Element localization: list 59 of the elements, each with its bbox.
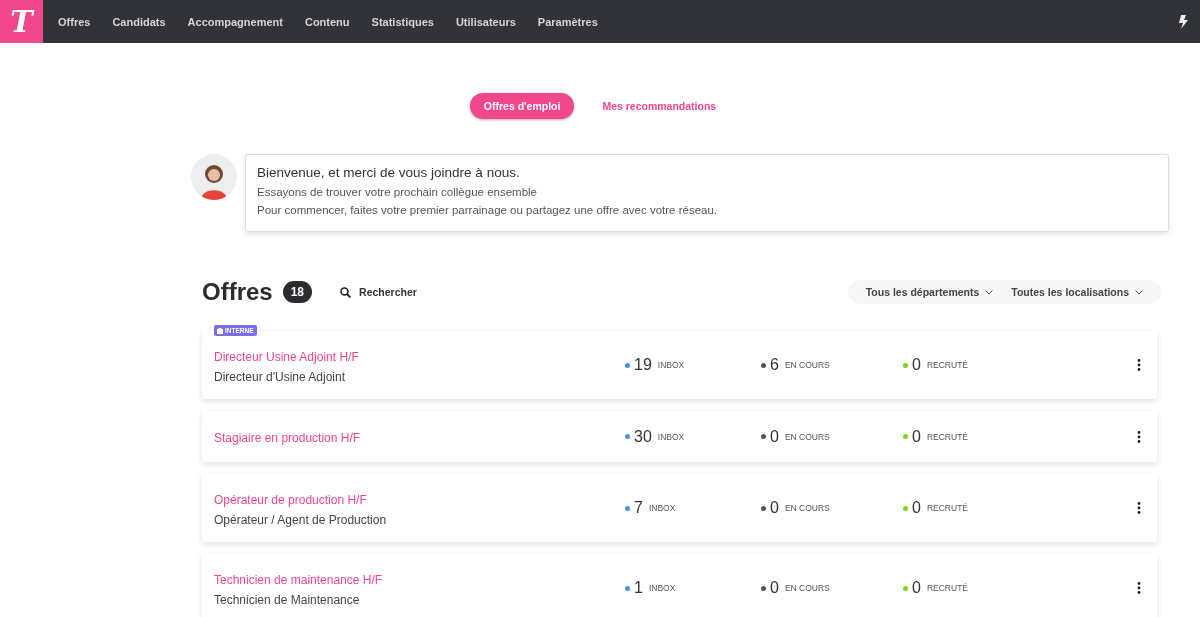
lightning-icon[interactable] bbox=[1178, 14, 1188, 29]
stat-count: 0 bbox=[912, 427, 921, 446]
chevron-down-icon bbox=[1135, 289, 1143, 295]
stat-count: 0 bbox=[770, 427, 779, 446]
stat-count: 0 bbox=[770, 499, 779, 517]
offers-heading: Offres bbox=[202, 278, 273, 306]
stat-label: EN COURS bbox=[784, 503, 830, 513]
stat-label: INBOX bbox=[648, 503, 676, 513]
stat-label: INBOX bbox=[648, 583, 676, 593]
search-button[interactable]: Rechercher bbox=[334, 285, 423, 299]
more-options-icon[interactable] bbox=[1137, 582, 1141, 594]
chevron-down-icon bbox=[985, 289, 994, 295]
stat-label: RECRUTÉ bbox=[926, 431, 968, 442]
building-icon bbox=[217, 327, 223, 334]
stat-label: EN COURS bbox=[784, 431, 830, 442]
offer-title-link[interactable]: Stagiaire en production H/F bbox=[214, 430, 361, 445]
stat-count: 19 bbox=[634, 356, 652, 374]
search-icon bbox=[340, 286, 352, 298]
stat-count: 0 bbox=[770, 579, 779, 597]
offer-subtitle: Opérateur / Agent de Production bbox=[214, 512, 388, 527]
nav-link[interactable]: Accompagnement bbox=[187, 15, 283, 28]
stat-count: 1 bbox=[634, 579, 643, 597]
stat-count: 0 bbox=[912, 499, 921, 517]
stat-label: EN COURS bbox=[784, 360, 830, 370]
offer-title-link[interactable]: Technicien de maintenance H/F bbox=[214, 572, 383, 587]
more-options-icon[interactable] bbox=[1137, 430, 1141, 443]
welcome-title: Bienvenue, et merci de vous joindre à nous. bbox=[257, 165, 521, 180]
stat-label: INBOX bbox=[657, 360, 685, 370]
nav-link[interactable]: Utilisateurs bbox=[455, 15, 516, 28]
offer-subtitle: Technicien de Maintenance bbox=[214, 592, 361, 607]
count-badge: 18 bbox=[282, 281, 313, 303]
offer-title-link[interactable]: Opérateur de production H/F bbox=[214, 492, 367, 507]
nav-link[interactable]: Contenu bbox=[304, 15, 350, 28]
filter-dropdown[interactable]: Toutes les localisations bbox=[1003, 286, 1151, 298]
stat-count: 30 bbox=[634, 427, 652, 446]
stat-count: 6 bbox=[770, 356, 779, 374]
nav-link[interactable]: Candidats bbox=[112, 15, 166, 28]
stat-label: RECRUTÉ bbox=[926, 503, 968, 513]
logo[interactable]: T bbox=[0, 0, 43, 43]
tab[interactable]: Mes recommandations bbox=[588, 93, 731, 119]
welcome-text: Pour commencer, faites votre premier parrainage ou partagez une offre avec votre réseau. bbox=[257, 203, 719, 218]
nav-link[interactable]: Offres bbox=[58, 15, 91, 28]
stat-label: RECRUTÉ bbox=[926, 583, 968, 593]
stat-label: INBOX bbox=[657, 431, 685, 442]
more-options-icon[interactable] bbox=[1137, 502, 1141, 514]
offer-title-link[interactable]: Directeur Usine Adjoint H/F bbox=[214, 349, 359, 364]
welcome-text: Essayons de trouver votre prochain collègue ensemble bbox=[257, 185, 538, 200]
tab[interactable]: Offres d'emploi bbox=[469, 93, 575, 119]
stat-count: 7 bbox=[634, 499, 643, 517]
stat-label: RECRUTÉ bbox=[926, 360, 968, 370]
avatar bbox=[191, 154, 237, 200]
nav-link[interactable]: Statistiques bbox=[371, 15, 434, 28]
stat-label: EN COURS bbox=[784, 583, 830, 593]
nav-link[interactable]: Paramètres bbox=[537, 15, 598, 28]
more-options-icon[interactable] bbox=[1137, 359, 1141, 371]
stat-count: 0 bbox=[912, 579, 921, 597]
filter-dropdown[interactable]: Tous les départements bbox=[857, 286, 1002, 298]
offer-subtitle: Directeur d'Usine Adjoint bbox=[214, 369, 347, 384]
stat-count: 0 bbox=[912, 356, 921, 374]
